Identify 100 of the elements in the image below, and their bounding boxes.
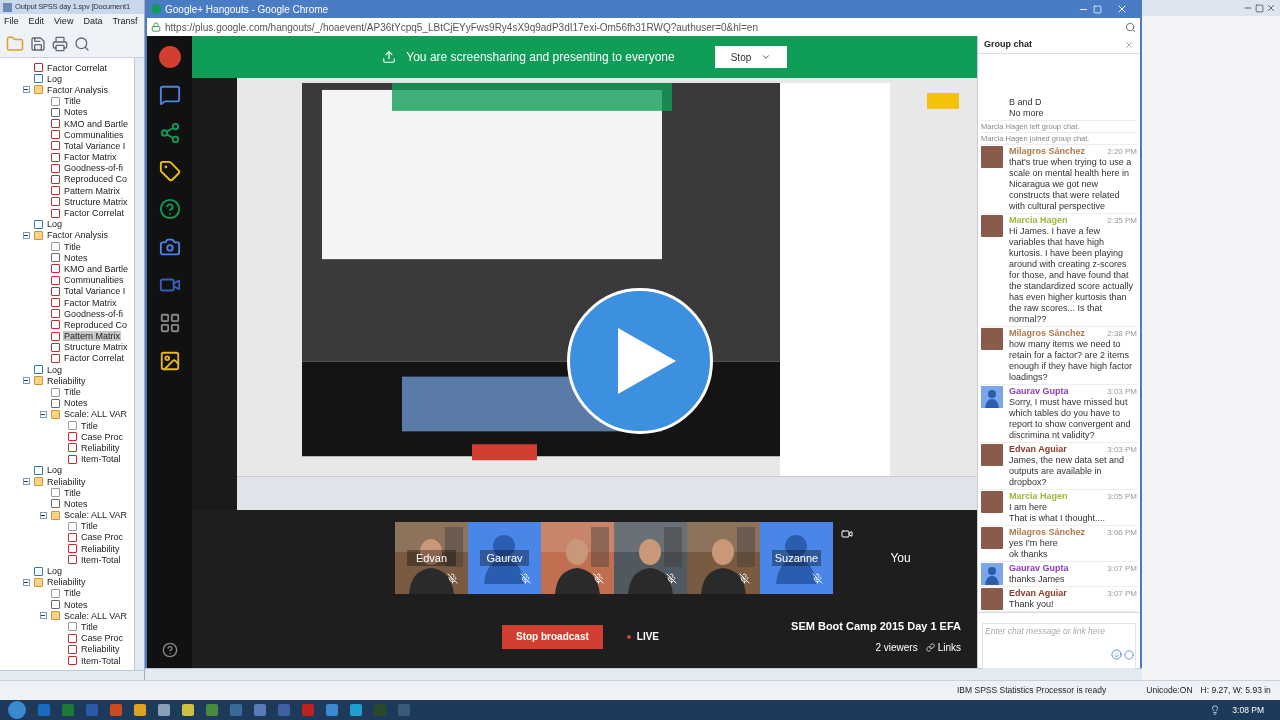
tree-item[interactable]: Title <box>80 621 99 632</box>
tree-item[interactable]: Title <box>63 487 82 498</box>
tree-item[interactable]: Communalities <box>63 275 125 286</box>
app-icon[interactable] <box>158 704 170 716</box>
tree-item[interactable]: Log <box>46 364 64 375</box>
tree-item[interactable]: Goodness-of-fi <box>63 163 125 174</box>
tree-item[interactable]: Factor Correlat <box>63 208 126 219</box>
tree-item[interactable]: Notes <box>63 599 89 610</box>
tree-item[interactable]: Pattern Matrix <box>63 331 122 342</box>
links-link[interactable]: Links <box>937 640 961 656</box>
maximize-icon[interactable] <box>1093 4 1102 14</box>
tree-item[interactable]: Item-Total <box>80 454 122 465</box>
tree-item[interactable]: Reliability <box>80 644 121 655</box>
tree-item[interactable]: Structure Matrix <box>63 196 129 207</box>
tree-item[interactable]: Log <box>46 219 64 230</box>
tree-item[interactable]: Title <box>63 241 82 252</box>
app-icon[interactable] <box>110 704 122 716</box>
help-icon[interactable] <box>161 642 178 658</box>
app-icon[interactable] <box>350 704 362 716</box>
tree-item[interactable]: Log <box>46 465 64 476</box>
tree-item[interactable]: Reproduced Co <box>63 174 129 185</box>
scrollbar[interactable] <box>0 670 144 680</box>
participant-tile[interactable]: Gaurav <box>468 521 541 594</box>
tree-item[interactable]: Factor Matrix <box>63 152 118 163</box>
scrollbar[interactable] <box>145 668 1142 680</box>
app-icon[interactable] <box>302 704 314 716</box>
app-icon[interactable] <box>62 704 74 716</box>
tree-item[interactable]: Pattern Matrix <box>63 185 122 196</box>
folder-icon[interactable] <box>6 34 24 53</box>
tree-item[interactable]: Scale: ALL VAR <box>63 510 129 521</box>
expander-icon[interactable] <box>22 478 30 486</box>
menu-item[interactable]: File <box>4 15 19 29</box>
scrollbar[interactable] <box>134 58 144 670</box>
tree-item[interactable]: Log <box>46 566 64 577</box>
tree-item[interactable]: Reliability <box>46 375 87 386</box>
expander-icon[interactable] <box>39 511 47 519</box>
close-icon[interactable] <box>1116 3 1128 15</box>
expander-icon[interactable] <box>22 231 30 239</box>
expander-icon[interactable] <box>39 612 47 620</box>
app-icon[interactable] <box>38 704 50 716</box>
grid-icon[interactable] <box>158 312 181 334</box>
tree-item[interactable]: Factor Correlat <box>63 353 126 364</box>
tree-item[interactable]: Structure Matrix <box>63 342 129 353</box>
tree-item[interactable]: Item-Total <box>80 655 122 666</box>
tree-item[interactable]: Factor Matrix <box>63 297 118 308</box>
tree-item[interactable]: Total Variance I <box>63 140 127 151</box>
menu-item[interactable]: Transf <box>112 15 138 29</box>
stop-button[interactable]: Stop <box>714 46 787 68</box>
app-icon[interactable] <box>134 704 146 716</box>
clock[interactable]: 3:08 PM <box>1232 703 1264 717</box>
chat-input[interactable]: Enter chat message or link here <box>982 623 1136 669</box>
tree-item[interactable]: Communalities <box>63 129 125 140</box>
chat-icon[interactable] <box>158 84 181 106</box>
menu-item[interactable]: Data <box>83 15 103 29</box>
save-icon[interactable] <box>30 35 46 52</box>
expander-icon[interactable] <box>22 377 30 385</box>
image-icon[interactable] <box>158 350 181 372</box>
tree-item[interactable]: Title <box>80 420 99 431</box>
help-icon[interactable] <box>158 198 181 220</box>
close-icon[interactable] <box>1124 39 1134 50</box>
tree-item[interactable]: Notes <box>63 107 89 118</box>
search-icon[interactable] <box>1125 21 1136 33</box>
tree-item[interactable]: Reliability <box>80 543 121 554</box>
app-icon[interactable] <box>254 704 266 716</box>
participant-tile[interactable]: Suzanne <box>760 521 833 594</box>
tree-item[interactable]: Goodness-of-fi <box>63 308 125 319</box>
print-icon[interactable] <box>52 35 68 52</box>
tree-item[interactable]: Reproduced Co <box>63 319 129 330</box>
expander-icon[interactable] <box>22 86 30 94</box>
tree-item[interactable]: Log <box>46 73 64 84</box>
menu-item[interactable]: View <box>54 15 74 29</box>
tree-item[interactable]: Factor Correlat <box>46 62 109 73</box>
hangout-app-icon[interactable] <box>158 46 181 68</box>
emoji-icon[interactable] <box>1111 649 1122 660</box>
tree-item[interactable]: Title <box>63 387 82 398</box>
tree-item[interactable]: Scale: ALL VAR <box>63 610 129 621</box>
tree-item[interactable]: Notes <box>63 398 89 409</box>
tree-item[interactable]: KMO and Bartle <box>63 118 130 129</box>
tree-item[interactable]: Reliability <box>46 476 87 487</box>
tree-item[interactable]: Reliability <box>80 442 121 453</box>
tree-item[interactable]: Factor Analysis <box>46 230 110 241</box>
start-button[interactable] <box>8 701 26 719</box>
expander-icon[interactable] <box>22 578 30 586</box>
address-bar[interactable]: https://plus.google.com/hangouts/_/hoaevent/AP36tYcpq5_LBtCjEYyFws9Ry4sX9q9adP3dI17exi-Om56fh31RWQ?authuser=0&hl=en <box>147 18 1140 36</box>
tree-item[interactable]: Scale: ALL VAR <box>63 409 129 420</box>
expander-icon[interactable] <box>39 410 47 418</box>
tag-icon[interactable] <box>158 160 181 182</box>
camera-icon[interactable] <box>158 236 181 258</box>
tree-item[interactable]: KMO and Bartle <box>63 263 130 274</box>
tree-item[interactable]: Item-Total <box>80 554 122 565</box>
tree-item[interactable]: Notes <box>63 252 89 263</box>
share-icon[interactable] <box>158 122 181 144</box>
app-icon[interactable] <box>206 704 218 716</box>
search-icon[interactable] <box>74 35 90 52</box>
stop-broadcast-button[interactable]: Stop broadcast <box>502 624 603 649</box>
tree-item[interactable]: Case Proc <box>80 532 125 543</box>
app-icon[interactable] <box>182 704 194 716</box>
tree-item[interactable]: Factor Analysis <box>46 84 110 95</box>
tree-item[interactable]: Case Proc <box>80 633 125 644</box>
restore-icon[interactable] <box>1255 3 1264 13</box>
